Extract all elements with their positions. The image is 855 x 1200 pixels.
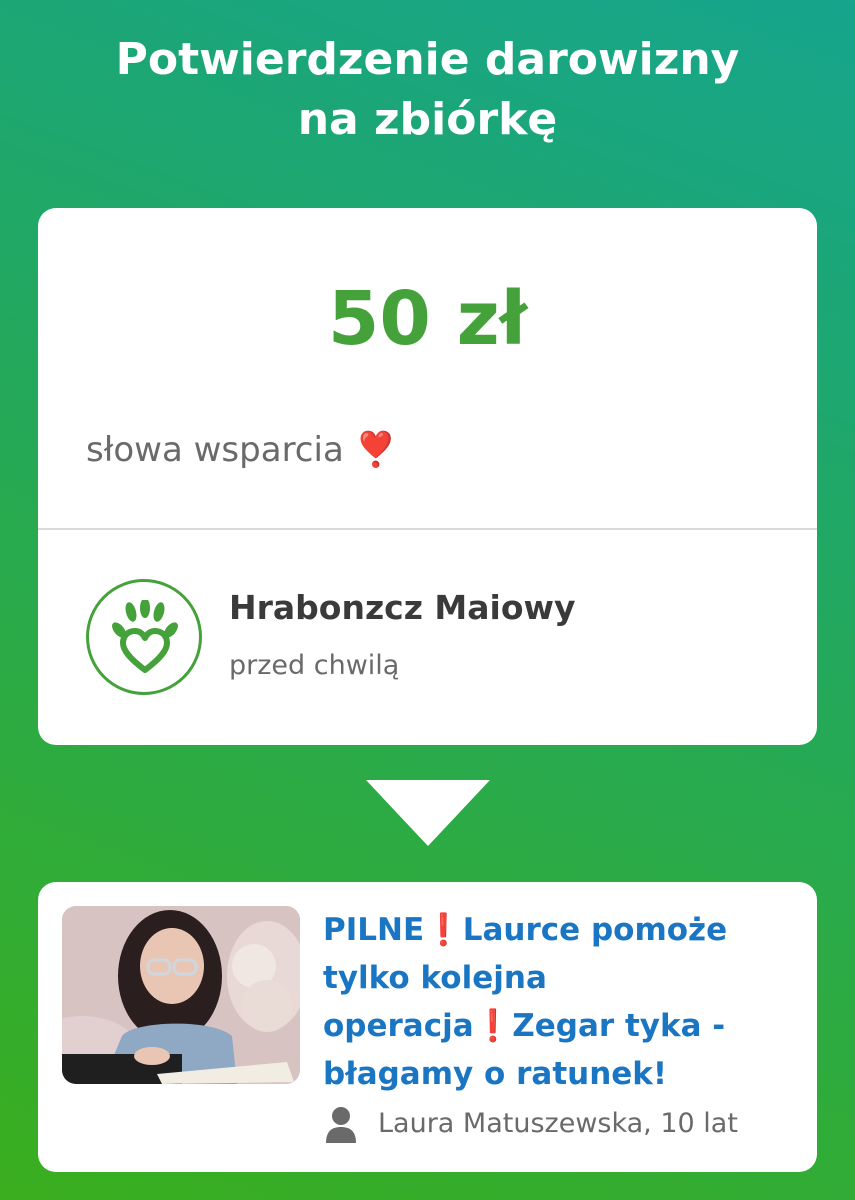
hand-heart-icon: [112, 600, 178, 673]
fundraiser-photo[interactable]: [62, 906, 300, 1084]
donor-avatar: [86, 579, 202, 695]
urgent-label: PILNE: [323, 912, 425, 948]
page-title: Potwierdzenie darowizny na zbiórkę: [0, 30, 855, 150]
heart-exclamation-icon: ❣️: [354, 430, 397, 470]
fundraiser-title[interactable]: PILNE❗Laurce pomoże tylko kolejna operac…: [323, 906, 783, 1098]
donor-name: Hrabonzcz Maiowy: [229, 588, 576, 627]
page-title-line-2: na zbiórkę: [297, 94, 558, 145]
exclamation-icon: ❗: [424, 912, 463, 948]
exclamation-icon: ❗: [473, 1008, 513, 1044]
down-arrow-icon: [366, 780, 490, 846]
person-icon: [326, 1107, 356, 1143]
donation-time: przed chwilą: [229, 650, 400, 681]
donation-amount: 50 zł: [327, 276, 528, 362]
beneficiary-name: Laura Matuszewska, 10 lat: [378, 1108, 738, 1139]
support-message-text: słowa wsparcia: [86, 430, 344, 470]
page-title-line-1: Potwierdzenie darowizny: [115, 34, 740, 85]
support-message: słowa wsparcia ❣️: [86, 430, 397, 470]
card-divider: [38, 528, 817, 530]
fundraiser-photo-image: [62, 906, 300, 1084]
